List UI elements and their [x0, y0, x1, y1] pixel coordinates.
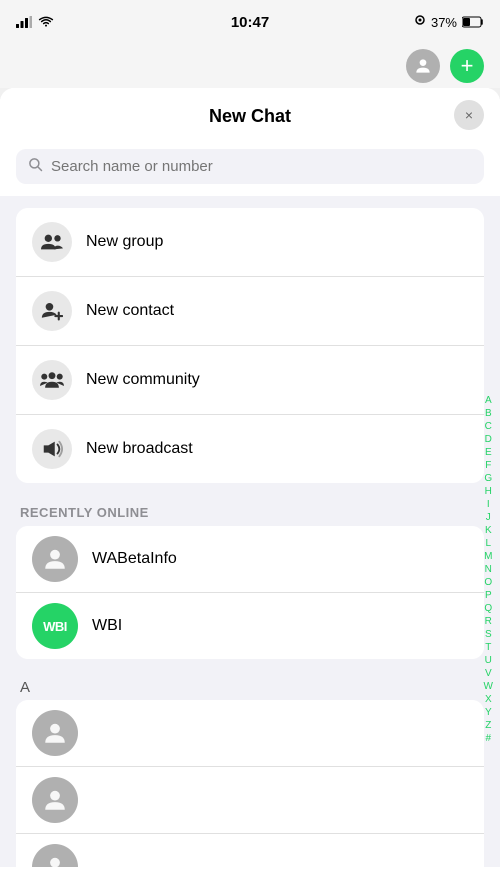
section-a-avatar-1 — [32, 710, 78, 756]
alpha-letter-t[interactable]: T — [482, 641, 494, 654]
search-bar — [16, 149, 484, 184]
alpha-letter-x[interactable]: X — [482, 693, 495, 706]
alphabet-index-overlay: ABCDEFGHIJKLMNOPQRSTUVWXYZ# — [481, 280, 496, 859]
section-a-contact-2[interactable] — [16, 767, 484, 834]
recently-online-section: RECENTLY ONLINE WABetaInfo WBI — [0, 495, 500, 659]
top-avatar[interactable] — [406, 49, 440, 83]
new-group-icon-circle — [32, 222, 72, 262]
new-community-label: New community — [86, 371, 200, 389]
alpha-letter-j[interactable]: J — [483, 511, 494, 524]
alpha-letter-y[interactable]: Y — [482, 706, 495, 719]
battery-percent: 37% — [431, 15, 457, 30]
default-avatar-icon — [42, 720, 68, 746]
section-a-avatar-2 — [32, 777, 78, 823]
person-add-icon — [41, 300, 63, 322]
new-chat-modal: New Chat × — [0, 88, 500, 889]
modal-header: New Chat × — [0, 88, 500, 141]
signal-icon — [16, 16, 32, 28]
alpha-letter-a[interactable]: A — [482, 394, 495, 407]
recently-online-list: WABetaInfo WBI WBI — [16, 526, 484, 659]
new-contact-label: New contact — [86, 302, 174, 320]
alpha-letter-f[interactable]: F — [482, 459, 494, 472]
alpha-letter-n[interactable]: N — [482, 563, 495, 576]
section-a: A — [0, 671, 500, 867]
section-a-contact-3[interactable] — [16, 834, 484, 867]
alpha-letter-v[interactable]: V — [482, 667, 495, 680]
contact-wabetainfo-avatar — [32, 536, 78, 582]
broadcast-icon — [41, 438, 63, 460]
alpha-letter-#[interactable]: # — [482, 732, 494, 745]
contact-wbi-initials: WBI — [43, 619, 67, 634]
default-avatar-icon — [42, 854, 68, 867]
community-icon — [40, 370, 64, 390]
contact-wbi-name: WBI — [92, 617, 122, 635]
alpha-letter-b[interactable]: B — [482, 407, 495, 420]
section-a-avatar-3 — [32, 844, 78, 867]
search-icon — [28, 157, 43, 176]
actions-card: New group New contact — [16, 208, 484, 483]
top-action-bar: + — [0, 44, 500, 88]
group-icon — [41, 232, 63, 252]
default-avatar-icon — [42, 546, 68, 572]
status-time: 10:47 — [231, 14, 269, 31]
alpha-letter-w[interactable]: W — [481, 680, 496, 693]
new-contact-button[interactable]: New contact — [16, 277, 484, 346]
battery-icon — [462, 16, 484, 28]
contact-wabetainfo[interactable]: WABetaInfo — [16, 526, 484, 593]
recently-online-header: RECENTLY ONLINE — [0, 495, 500, 526]
new-community-button[interactable]: New community — [16, 346, 484, 415]
alpha-letter-r[interactable]: R — [482, 615, 495, 628]
alpha-letter-c[interactable]: C — [482, 420, 495, 433]
wifi-icon — [38, 16, 54, 28]
default-avatar-icon — [42, 787, 68, 813]
alpha-letter-s[interactable]: S — [482, 628, 495, 641]
scroll-content[interactable]: New group New contact — [0, 196, 500, 867]
alpha-letter-k[interactable]: K — [482, 524, 495, 537]
alpha-letter-z[interactable]: Z — [482, 719, 494, 732]
alpha-letter-p[interactable]: P — [482, 589, 495, 602]
status-right: 37% — [414, 15, 484, 30]
contact-wabetainfo-name: WABetaInfo — [92, 550, 177, 568]
alpha-letter-m[interactable]: M — [481, 550, 495, 563]
alpha-letter-u[interactable]: U — [482, 654, 495, 667]
alpha-letter-d[interactable]: D — [482, 433, 495, 446]
alpha-letter-l[interactable]: L — [482, 537, 494, 550]
section-a-header: A — [0, 671, 500, 700]
add-chat-button[interactable]: + — [450, 49, 484, 83]
new-broadcast-label: New broadcast — [86, 440, 193, 458]
avatar-icon — [413, 56, 433, 76]
search-input[interactable] — [51, 158, 472, 175]
new-community-icon-circle — [32, 360, 72, 400]
new-broadcast-button[interactable]: New broadcast — [16, 415, 484, 483]
alpha-letter-g[interactable]: G — [481, 472, 495, 485]
alpha-letter-q[interactable]: Q — [481, 602, 495, 615]
modal-title: New Chat — [209, 106, 291, 127]
status-left — [16, 16, 54, 28]
alpha-letter-o[interactable]: O — [481, 576, 495, 589]
alpha-letter-h[interactable]: H — [482, 485, 495, 498]
new-group-button[interactable]: New group — [16, 208, 484, 277]
search-container — [0, 141, 500, 196]
alpha-letter-i[interactable]: I — [484, 498, 493, 511]
new-group-label: New group — [86, 233, 163, 251]
new-broadcast-icon-circle — [32, 429, 72, 469]
alpha-letter-e[interactable]: E — [482, 446, 495, 459]
contact-wbi-avatar: WBI — [32, 603, 78, 649]
section-a-contact-1[interactable] — [16, 700, 484, 767]
status-bar: 10:47 37% — [0, 0, 500, 44]
new-contact-icon-circle — [32, 291, 72, 331]
contact-wbi[interactable]: WBI WBI — [16, 593, 484, 659]
location-icon — [414, 15, 426, 29]
section-a-contacts — [16, 700, 484, 867]
close-button[interactable]: × — [454, 100, 484, 130]
